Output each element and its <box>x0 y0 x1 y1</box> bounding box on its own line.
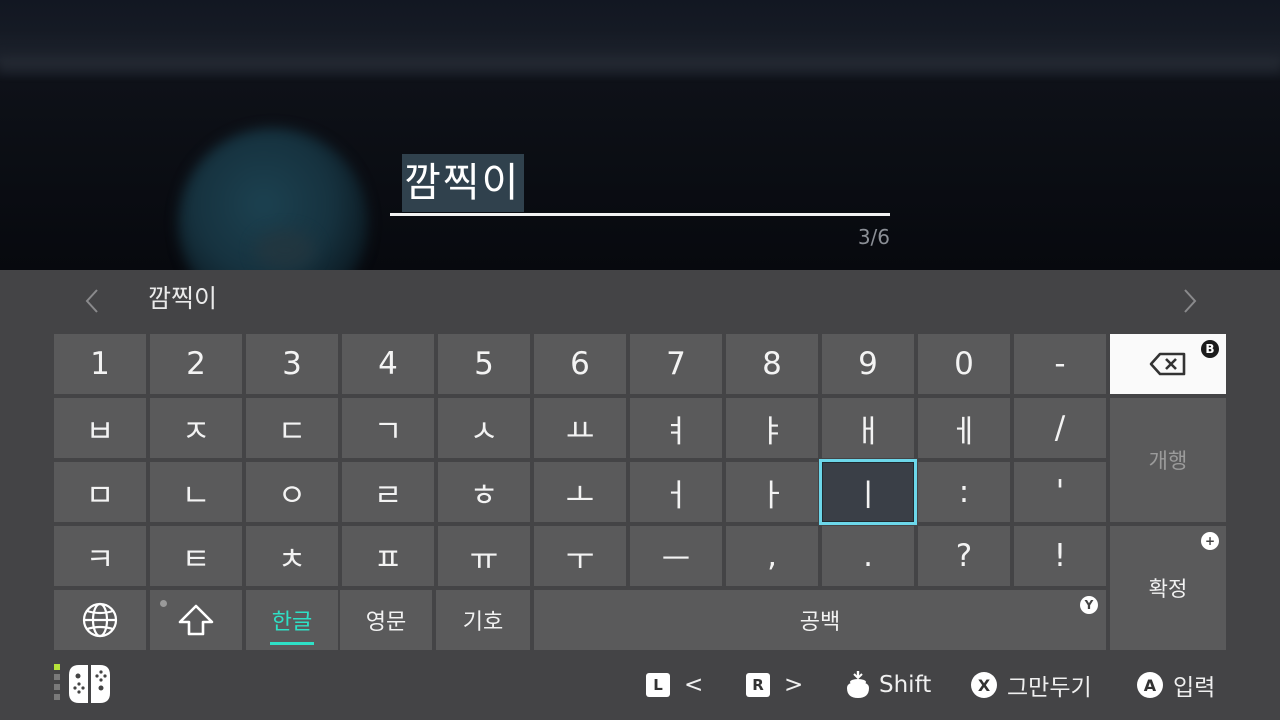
globe-icon <box>82 602 118 638</box>
key-digeut[interactable]: ㄷ <box>246 398 338 458</box>
background-detail <box>255 230 315 270</box>
plus-button-badge: + <box>1201 532 1219 550</box>
key-a[interactable]: ㅏ <box>726 462 818 522</box>
l-button-icon: L <box>646 673 670 697</box>
hint-r-label: > <box>784 672 804 698</box>
key-question[interactable]: ? <box>918 526 1010 586</box>
key-slash[interactable]: / <box>1014 398 1106 458</box>
key-kieuk[interactable]: ㅋ <box>54 526 146 586</box>
key-period[interactable]: . <box>822 526 914 586</box>
key-0[interactable]: 0 <box>918 334 1010 394</box>
backspace-icon <box>1149 352 1186 376</box>
key-chieut[interactable]: ㅊ <box>246 526 338 586</box>
prediction-prev-icon[interactable] <box>78 286 108 316</box>
key-pieup[interactable]: ㅍ <box>342 526 434 586</box>
key-nieun[interactable]: ㄴ <box>150 462 242 522</box>
a-button-icon: A <box>1137 672 1163 698</box>
stick-press-icon <box>847 671 869 698</box>
key-yeo[interactable]: ㅕ <box>630 398 722 458</box>
key-9[interactable]: 9 <box>822 334 914 394</box>
key-mieum[interactable]: ㅁ <box>54 462 146 522</box>
globe-button[interactable] <box>54 590 146 650</box>
key-8[interactable]: 8 <box>726 334 818 394</box>
key-yu[interactable]: ㅠ <box>438 526 530 586</box>
game-background <box>0 0 1280 270</box>
key-ae[interactable]: ㅐ <box>822 398 914 458</box>
key-siot[interactable]: ㅅ <box>438 398 530 458</box>
key-rieul[interactable]: ㄹ <box>342 462 434 522</box>
tab-english[interactable]: 영문 <box>340 590 434 650</box>
key-hieut[interactable]: ㅎ <box>438 462 530 522</box>
key-comma[interactable]: , <box>726 526 818 586</box>
key-yo[interactable]: ㅛ <box>534 398 626 458</box>
key-o[interactable]: ㅗ <box>534 462 626 522</box>
hint-l-label: < <box>684 672 704 698</box>
r-button-icon: R <box>746 673 770 697</box>
confirm-button[interactable]: 확정 + <box>1110 526 1226 650</box>
key-tieut[interactable]: ㅌ <box>150 526 242 586</box>
prediction-word[interactable]: 깜찍이 <box>148 282 217 316</box>
key-hyphen[interactable]: - <box>1014 334 1106 394</box>
key-apostrophe[interactable]: ' <box>1014 462 1106 522</box>
name-input-text[interactable]: 깜찍이 <box>402 154 525 212</box>
hint-ok[interactable]: A 입력 <box>1137 670 1216 701</box>
shift-arrow-icon <box>178 604 214 636</box>
key-giyeok[interactable]: ㄱ <box>342 398 434 458</box>
key-1[interactable]: 1 <box>54 334 146 394</box>
key-colon[interactable]: : <box>918 462 1010 522</box>
key-bieup[interactable]: ㅂ <box>54 398 146 458</box>
hint-cancel-label: 그만두기 <box>1007 675 1092 701</box>
input-underline <box>390 213 890 216</box>
joycon-icon <box>54 664 110 703</box>
key-5[interactable]: 5 <box>438 334 530 394</box>
character-count: 3/6 <box>857 225 890 249</box>
key-jieut[interactable]: ㅈ <box>150 398 242 458</box>
newline-button[interactable]: 개행 <box>1110 398 1226 522</box>
background-stripe <box>0 52 1280 74</box>
key-eo[interactable]: ㅓ <box>630 462 722 522</box>
hint-l-prev[interactable]: L < <box>646 670 703 700</box>
backspace-button[interactable]: B <box>1110 334 1226 394</box>
shift-button[interactable] <box>150 590 242 650</box>
hint-shift-label: Shift <box>879 672 932 698</box>
hint-shift[interactable]: Shift <box>843 670 931 700</box>
space-label: 공백 <box>799 610 841 635</box>
space-button[interactable]: 공백 Y <box>534 590 1106 650</box>
key-u[interactable]: ㅜ <box>534 526 626 586</box>
key-i-selected[interactable]: ㅣ <box>819 459 917 525</box>
tab-hangul[interactable]: 한글 <box>246 590 340 650</box>
key-exclamation[interactable]: ! <box>1014 526 1106 586</box>
hint-r-next[interactable]: R > <box>746 670 803 700</box>
b-button-badge: B <box>1201 340 1219 358</box>
key-6[interactable]: 6 <box>534 334 626 394</box>
key-2[interactable]: 2 <box>150 334 242 394</box>
key-3[interactable]: 3 <box>246 334 338 394</box>
key-e[interactable]: ㅔ <box>918 398 1010 458</box>
x-button-icon: X <box>971 672 997 698</box>
key-ieung[interactable]: ㅇ <box>246 462 338 522</box>
confirm-label: 확정 <box>1148 577 1188 601</box>
tab-symbols[interactable]: 기호 <box>436 590 530 650</box>
key-ya[interactable]: ㅑ <box>726 398 818 458</box>
shift-indicator-dot <box>160 600 167 607</box>
y-button-badge: Y <box>1080 596 1098 614</box>
key-7[interactable]: 7 <box>630 334 722 394</box>
tab-hangul-label: 한글 <box>269 604 315 645</box>
key-4[interactable]: 4 <box>342 334 434 394</box>
hint-ok-label: 입력 <box>1173 675 1216 701</box>
hint-cancel[interactable]: X 그만두기 <box>971 670 1092 701</box>
key-eu[interactable]: ㅡ <box>630 526 722 586</box>
prediction-next-icon[interactable] <box>1174 286 1204 316</box>
